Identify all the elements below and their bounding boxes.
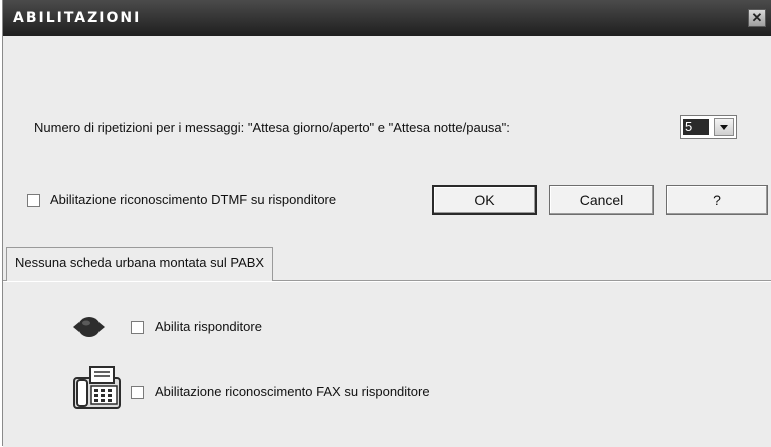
tab-urban-card[interactable]: Nessuna scheda urbana montata sul PABX [6,247,274,281]
help-button[interactable]: ? [666,185,768,215]
abilitazioni-dialog: Abilitazioni ✕ Numero di ripetizioni per… [2,0,771,447]
repetitions-selected-value: 5 [683,119,709,135]
repetitions-select[interactable]: 5 [680,115,737,139]
dtmf-label: Abilitazione riconoscimento DTMF su risp… [50,192,337,207]
close-icon[interactable]: ✕ [748,9,766,27]
title-bar[interactable]: Abilitazioni ✕ [3,0,771,36]
dtmf-checkbox[interactable] [27,194,40,207]
tab-panel: Abilita risponditore Abilitazione ricono… [3,281,771,447]
fax-checkbox[interactable] [131,386,144,399]
fax-machine-icon [73,366,121,409]
chevron-down-icon[interactable] [714,118,734,136]
answering-label: Abilita risponditore [155,319,262,334]
repetitions-label: Numero di ripetizioni per i messaggi: "A… [34,120,510,135]
ok-button[interactable]: OK [432,185,537,215]
answering-machine-icon [73,317,105,337]
answering-checkbox[interactable] [131,321,144,334]
fax-label: Abilitazione riconoscimento FAX su rispo… [155,384,430,399]
window-title: Abilitazioni [13,10,142,26]
cancel-button[interactable]: Cancel [549,185,654,215]
